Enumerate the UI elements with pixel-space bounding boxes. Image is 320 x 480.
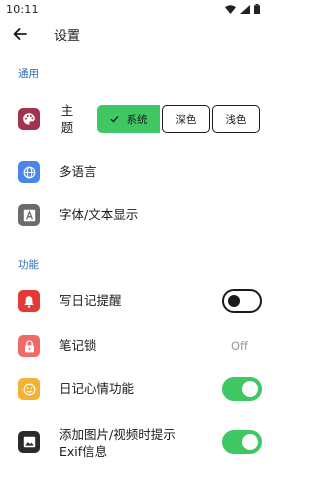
theme-option-dark[interactable]: 深色 — [162, 105, 210, 133]
mood-row[interactable]: 日记心情功能 — [0, 372, 270, 406]
font-row[interactable]: 字体/文本显示 — [0, 198, 270, 232]
arrow-left-icon — [13, 28, 27, 40]
theme-label: 主 题 — [60, 103, 74, 135]
lock-icon — [18, 335, 40, 357]
globe-icon — [18, 161, 40, 183]
mood-label: 日记心情功能 — [59, 381, 135, 396]
smiley-icon — [18, 378, 40, 400]
toggle-knob — [242, 381, 258, 397]
reminder-toggle[interactable] — [222, 289, 262, 313]
reminder-label: 写日记提醒 — [59, 293, 122, 308]
font-label: 字体/文本显示 — [59, 207, 139, 222]
battery-icon — [254, 4, 260, 14]
wifi-icon — [225, 4, 236, 14]
exif-row[interactable]: 添加图片/视频时提示 Exif信息 — [0, 423, 270, 463]
theme-option-dark-label: 深色 — [175, 113, 197, 126]
lock-label: 笔记锁 — [59, 338, 97, 353]
theme-option-light-label: 浅色 — [225, 113, 247, 126]
exif-toggle[interactable] — [222, 430, 262, 454]
theme-option-light[interactable]: 浅色 — [212, 105, 260, 133]
language-row[interactable]: 多语言 — [0, 155, 270, 189]
theme-option-system-label: 系统 — [126, 113, 148, 126]
lock-state: Off — [231, 339, 248, 353]
mood-toggle[interactable] — [222, 377, 262, 401]
app-bar: 设置 — [0, 18, 270, 50]
status-time: 10:11 — [6, 2, 39, 16]
bell-icon — [18, 290, 40, 312]
section-header-features: 功能 — [18, 259, 39, 271]
exif-label: 添加图片/视频时提示 Exif信息 — [59, 427, 176, 459]
image-icon — [18, 431, 40, 453]
toggle-knob — [242, 434, 258, 450]
status-bar: 10:11 — [0, 0, 270, 18]
back-button[interactable] — [0, 18, 40, 50]
lock-row[interactable]: 笔记锁 Off — [0, 329, 270, 363]
page-title: 设置 — [54, 28, 81, 44]
toggle-knob — [228, 295, 240, 307]
font-icon — [18, 204, 40, 226]
signal-icon — [240, 4, 250, 14]
language-label: 多语言 — [59, 164, 97, 179]
status-icons — [225, 4, 260, 14]
palette-icon — [18, 108, 40, 130]
check-icon — [110, 115, 118, 123]
theme-option-system[interactable]: 系统 — [97, 105, 160, 133]
section-header-general: 通用 — [18, 68, 39, 80]
reminder-row[interactable]: 写日记提醒 — [0, 284, 270, 318]
